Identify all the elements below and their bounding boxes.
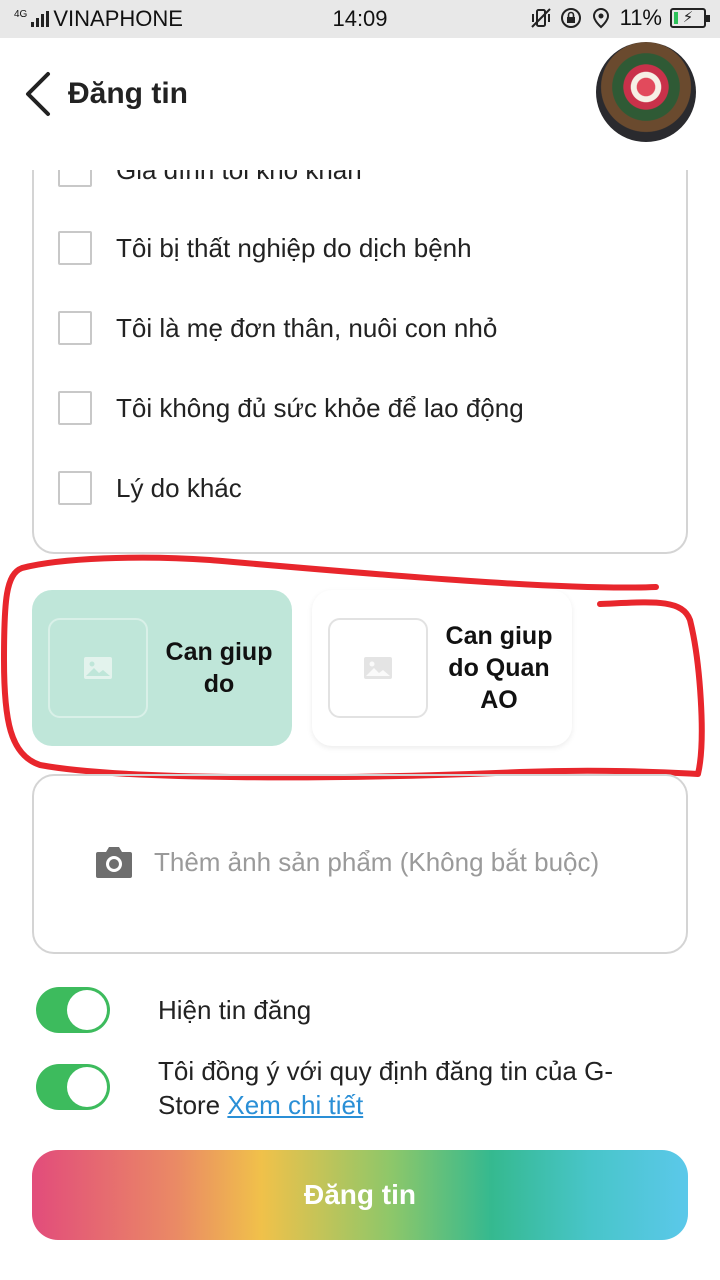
category-card-can-giup-do[interactable]: Can giup do — [32, 590, 292, 746]
camera-icon — [96, 847, 132, 878]
reason-option[interactable]: Lý do khác — [58, 468, 242, 508]
add-photo-content: Thêm ảnh sản phẩm (Không bắt buộc) — [94, 844, 599, 880]
app-header: Đăng tin — [0, 38, 720, 150]
reason-option[interactable]: Tôi không đủ sức khỏe để lao động — [58, 388, 524, 428]
show-post-label: Hiện tin đăng — [158, 995, 312, 1025]
vibrate-icon — [530, 7, 552, 29]
reason-label: Tôi không đủ sức khỏe để lao động — [116, 392, 524, 423]
battery-icon: ⚡ — [670, 8, 710, 28]
rotation-lock-icon — [560, 7, 582, 29]
battery-percent: 11% — [619, 5, 662, 30]
category-name: Can giup do — [165, 638, 273, 698]
status-right: 11% ⚡ — [530, 5, 710, 31]
category-card-can-giup-do-quan-ao[interactable]: Can giup do Quan AO — [312, 590, 572, 746]
reasons-card: Gia đình tôi khó khăn Tôi bị thất nghiệp… — [32, 120, 688, 554]
reason-label: Lý do khác — [116, 472, 242, 503]
category-name: Can giup do Quan AO — [445, 622, 553, 714]
reason-checkbox[interactable] — [58, 231, 92, 265]
reason-option[interactable]: Tôi là mẹ đơn thân, nuôi con nhỏ — [58, 308, 497, 348]
agree-terms-toggle[interactable] — [36, 1064, 110, 1110]
location-icon — [590, 7, 612, 29]
toggle-knob — [67, 1067, 107, 1107]
category-thumbnail — [48, 618, 148, 718]
status-bar: 4G VINAPHONE 14:09 11% ⚡ — [0, 0, 720, 38]
reason-label: Tôi là mẹ đơn thân, nuôi con nhỏ — [116, 312, 498, 343]
page-title: Đăng tin — [68, 77, 188, 110]
avatar[interactable] — [596, 42, 696, 142]
reason-checkbox[interactable] — [58, 471, 92, 505]
chevron-left-icon — [26, 72, 50, 116]
submit-post-button[interactable]: Đăng tin — [32, 1150, 688, 1240]
image-placeholder-icon — [84, 657, 112, 679]
add-photo-placeholder: Thêm ảnh sản phẩm (Không bắt buộc) — [154, 846, 600, 877]
reason-checkbox[interactable] — [58, 391, 92, 425]
add-photo-box[interactable]: Thêm ảnh sản phẩm (Không bắt buộc) — [32, 774, 688, 954]
toggle-knob — [67, 990, 107, 1030]
category-thumbnail — [328, 618, 428, 718]
submit-label: Đăng tin — [304, 1179, 416, 1210]
reason-label: Tôi bị thất nghiệp do dịch bệnh — [116, 232, 472, 263]
view-details-link[interactable]: Xem chi tiết — [227, 1090, 363, 1120]
reason-option[interactable]: Tôi bị thất nghiệp do dịch bệnh — [58, 228, 472, 268]
image-placeholder-icon — [364, 657, 392, 679]
agree-terms-label: Tôi đồng ý với quy định đăng tin của G-S… — [158, 1054, 658, 1122]
back-button[interactable] — [20, 68, 60, 118]
show-post-toggle[interactable] — [36, 987, 110, 1033]
reason-checkbox[interactable] — [58, 311, 92, 345]
